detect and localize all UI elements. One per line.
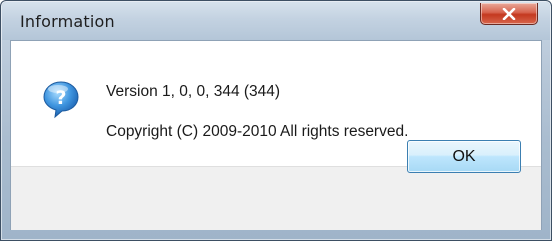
close-button[interactable] (480, 3, 538, 25)
question-icon: ? (43, 81, 79, 119)
information-dialog: Information ? Version 1, 0, 0, 344 (344)… (0, 0, 552, 241)
button-panel (11, 166, 541, 230)
svg-text:?: ? (55, 87, 66, 109)
version-text: Version 1, 0, 0, 344 (344) (106, 83, 281, 100)
dialog-content: ? Version 1, 0, 0, 344 (344) Copyright (… (10, 40, 542, 230)
copyright-text: Copyright (C) 2009-2010 All rights reser… (106, 123, 409, 140)
close-x-icon (502, 7, 516, 20)
dialog-title: Information (20, 12, 115, 31)
title-bar[interactable]: Information (2, 2, 550, 40)
ok-button[interactable]: OK (407, 140, 521, 173)
